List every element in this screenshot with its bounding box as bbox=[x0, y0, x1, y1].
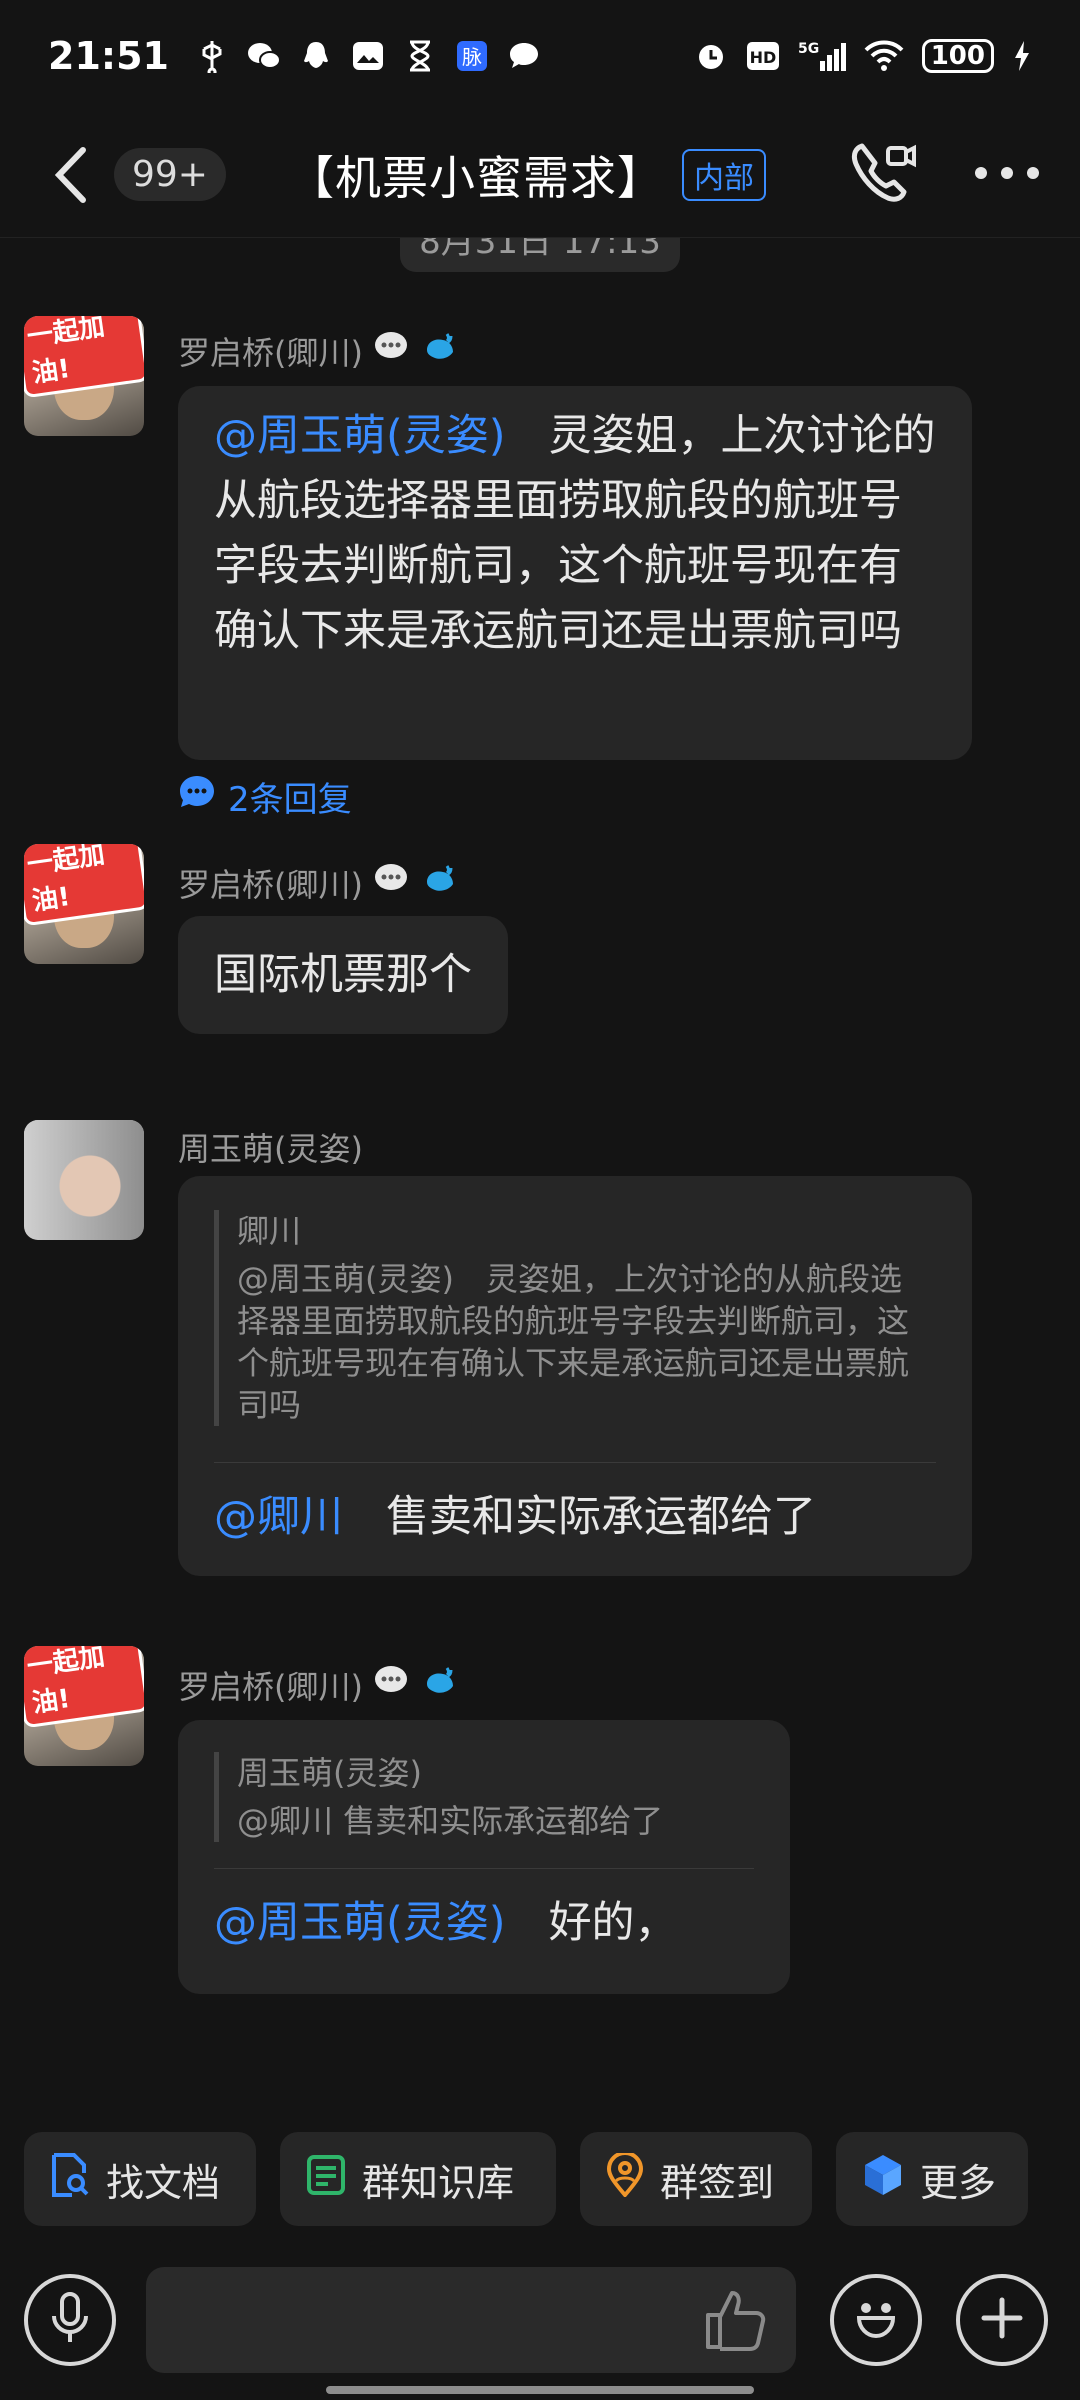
more-apps-icon bbox=[862, 2153, 904, 2206]
avatar-sticker: 一起加油! bbox=[24, 1646, 144, 1729]
voice-input-button[interactable] bbox=[24, 2274, 116, 2366]
system-status: HD 5G 100 bbox=[694, 39, 1032, 73]
sender-name-row: 罗启桥(卿川) bbox=[178, 328, 459, 374]
signal-5g-icon: 5G bbox=[798, 39, 846, 73]
call-video-icon[interactable] bbox=[848, 140, 918, 210]
plus-icon bbox=[980, 2296, 1024, 2344]
svg-text:脉: 脉 bbox=[462, 45, 482, 69]
message-input[interactable] bbox=[146, 2267, 796, 2373]
mention-link[interactable]: @卿川 bbox=[214, 1492, 343, 1542]
avatar-portrait bbox=[24, 1120, 144, 1240]
quote-author: 周玉萌(灵姿) bbox=[237, 1754, 422, 1792]
shortcut-label: 群知识库 bbox=[362, 2160, 515, 2205]
quote-text: @周玉萌(灵姿) 灵姿姐，上次讨论的从航段选择器里面捞取航段的航班号字段去判断航… bbox=[237, 1260, 910, 1424]
doc-search-icon bbox=[50, 2152, 90, 2206]
svg-text:5G: 5G bbox=[798, 41, 819, 57]
notification-icons: 脉 bbox=[195, 39, 541, 73]
sender-name-row: 罗启桥(卿川) bbox=[178, 1662, 459, 1708]
message-body: 售卖和实际承运都给了 bbox=[386, 1492, 816, 1542]
quote-divider bbox=[214, 1462, 936, 1463]
sender-name-row: 周玉萌(灵姿) bbox=[178, 1124, 363, 1170]
shortcut-more[interactable]: 更多 bbox=[836, 2132, 1028, 2226]
mention-link[interactable]: @周玉萌(灵姿) bbox=[214, 1898, 506, 1948]
shortcut-knowledge-base[interactable]: 群知识库 bbox=[280, 2132, 556, 2226]
message-body: 好的， bbox=[548, 1898, 678, 1948]
avatar-sticker: 一起加油! bbox=[24, 316, 144, 399]
input-bar bbox=[0, 2265, 1080, 2375]
message-bubble[interactable]: @周玉萌(灵姿) 灵姿姐，上次讨论的从航段选择器里面捞取航段的航班号字段去判断航… bbox=[178, 386, 972, 760]
battery-indicator: 100 bbox=[921, 39, 994, 73]
message-text: @周玉萌(灵姿) 灵姿姐，上次讨论的从航段选择器里面捞取航段的航班号字段去判断航… bbox=[214, 404, 942, 664]
shortcut-checkin[interactable]: 群签到 bbox=[580, 2132, 812, 2226]
charging-icon bbox=[1012, 39, 1032, 73]
home-indicator[interactable] bbox=[326, 2386, 754, 2394]
sender-name[interactable]: 罗启桥(卿川) bbox=[178, 328, 363, 374]
alarm-icon bbox=[694, 39, 728, 73]
shortcut-bar: 找文档 群知识库 群签到 更多 bbox=[0, 2132, 1080, 2226]
thumbs-up-icon[interactable] bbox=[704, 2289, 768, 2355]
whale-icon bbox=[423, 1664, 459, 1706]
wifi-icon bbox=[864, 39, 904, 73]
checkin-icon bbox=[606, 2150, 644, 2206]
shortcut-label: 群签到 bbox=[660, 2160, 775, 2205]
back-arrow-icon[interactable] bbox=[40, 145, 100, 205]
status-bar: 21:51 脉 HD 5G 100 bbox=[0, 0, 1080, 112]
shortcut-find-doc[interactable]: 找文档 bbox=[24, 2132, 256, 2226]
status-bubble-icon bbox=[373, 861, 413, 905]
quote-author: 卿川 bbox=[237, 1212, 302, 1250]
avatar[interactable]: 一起加油! bbox=[24, 316, 144, 436]
sender-name[interactable]: 周玉萌(灵姿) bbox=[178, 1124, 363, 1170]
more-options-icon[interactable] bbox=[974, 165, 1040, 184]
usb-icon bbox=[195, 39, 229, 73]
hourglass-icon bbox=[403, 39, 437, 73]
status-bubble-icon bbox=[373, 1663, 413, 1707]
message-bubble[interactable]: 周玉萌(灵姿) @卿川 售卖和实际承运都给了 @周玉萌(灵姿) 好的， bbox=[178, 1720, 790, 1994]
status-bubble-icon bbox=[373, 329, 413, 373]
avatar-sticker: 一起加油! bbox=[24, 844, 144, 927]
message-icon bbox=[507, 39, 541, 73]
emoji-icon bbox=[853, 2298, 899, 2342]
quote-text: @卿川 售卖和实际承运都给了 bbox=[237, 1802, 664, 1840]
message-bubble[interactable]: 国际机票那个 bbox=[178, 916, 508, 1034]
microphone-icon bbox=[50, 2292, 90, 2348]
sender-name[interactable]: 罗启桥(卿川) bbox=[178, 860, 363, 906]
replies-link[interactable]: 2条回复 bbox=[178, 772, 352, 821]
message-bubble[interactable]: 卿川 @周玉萌(灵姿) 灵姿姐，上次讨论的从航段选择器里面捞取航段的航班号字段去… bbox=[178, 1176, 972, 1576]
emoji-button[interactable] bbox=[830, 2274, 922, 2366]
sender-name-row: 罗启桥(卿川) bbox=[178, 860, 459, 906]
gallery-icon bbox=[351, 39, 385, 73]
replies-count: 2条回复 bbox=[228, 780, 352, 820]
message-body: 国际机票那个 bbox=[214, 950, 472, 1000]
avatar[interactable] bbox=[24, 1120, 144, 1240]
add-attachment-button[interactable] bbox=[956, 2274, 1048, 2366]
chat-header: 99+ 【机票小蜜需求】 内部 bbox=[0, 112, 1080, 238]
avatar[interactable]: 一起加油! bbox=[24, 1646, 144, 1766]
status-time: 21:51 bbox=[48, 34, 169, 78]
internal-badge: 内部 bbox=[681, 148, 766, 201]
shortcut-label: 找文档 bbox=[106, 2160, 221, 2205]
app-badge-icon: 脉 bbox=[455, 39, 489, 73]
chat-title[interactable]: 【机票小蜜需求】 bbox=[288, 142, 664, 208]
unread-count-badge[interactable]: 99+ bbox=[114, 148, 226, 201]
whale-icon bbox=[423, 862, 459, 904]
quoted-message[interactable]: 卿川 @周玉萌(灵姿) 灵姿姐，上次讨论的从航段选择器里面捞取航段的航班号字段去… bbox=[214, 1210, 914, 1426]
knowledge-base-icon bbox=[306, 2154, 346, 2205]
quote-divider bbox=[214, 1868, 754, 1869]
sender-name[interactable]: 罗启桥(卿川) bbox=[178, 1662, 363, 1708]
quoted-message[interactable]: 周玉萌(灵姿) @卿川 售卖和实际承运都给了 bbox=[214, 1752, 734, 1842]
whale-icon bbox=[423, 330, 459, 372]
mention-link[interactable]: @周玉萌(灵姿) bbox=[214, 411, 506, 461]
avatar[interactable]: 一起加油! bbox=[24, 844, 144, 964]
message-text: @周玉萌(灵姿) 好的， bbox=[214, 1891, 754, 1956]
qq-icon bbox=[299, 39, 333, 73]
svg-text:HD: HD bbox=[749, 48, 776, 67]
hd-icon: HD bbox=[746, 39, 780, 73]
shortcut-label: 更多 bbox=[920, 2160, 997, 2205]
wechat-icon bbox=[247, 39, 281, 73]
message-text: @卿川 售卖和实际承运都给了 bbox=[214, 1485, 936, 1550]
reply-thread-icon bbox=[178, 774, 216, 819]
